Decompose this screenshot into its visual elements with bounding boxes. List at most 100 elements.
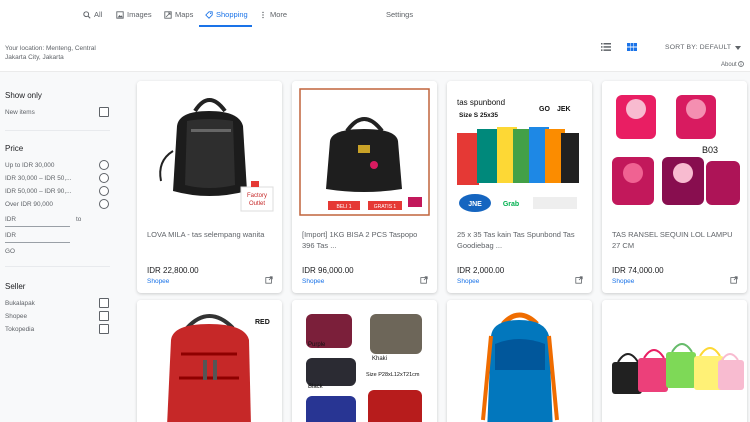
seller-checkbox[interactable] bbox=[99, 324, 109, 334]
tab-more-label: More bbox=[270, 10, 288, 19]
sort-label: SORT BY: DEFAULT bbox=[665, 44, 732, 51]
tab-more[interactable]: More bbox=[259, 10, 287, 19]
product-title[interactable]: LOVA MILA - tas selempang wanita bbox=[147, 229, 275, 240]
active-tab-indicator bbox=[199, 25, 252, 27]
info-icon bbox=[738, 61, 745, 67]
bag-size-text: Size P28xL12xT21cm bbox=[366, 372, 420, 378]
price-option-radio[interactable] bbox=[99, 173, 109, 183]
open-in-new-icon[interactable] bbox=[575, 276, 583, 284]
size-text: Size S 25x35 bbox=[459, 112, 498, 119]
product-card[interactable]: tas spunbond GO JEK Size S 25x35 JNE Gra… bbox=[447, 81, 592, 293]
tab-images-label: Images bbox=[127, 10, 152, 19]
product-image[interactable]: B03 bbox=[602, 81, 747, 221]
product-price: IDR 22,800.00 bbox=[147, 266, 199, 275]
product-card[interactable]: BELI 1 GRATIS 1 [Import] 1KG BISA 2 PCS … bbox=[292, 81, 437, 293]
price-go-button[interactable]: GO bbox=[5, 248, 15, 255]
price-option-radio[interactable] bbox=[99, 186, 109, 196]
open-in-new-icon[interactable] bbox=[730, 276, 738, 284]
location-text: Your location: Menteng, Central Jakarta … bbox=[5, 45, 96, 61]
tab-images[interactable]: Images bbox=[116, 10, 152, 19]
settings-link[interactable]: Settings bbox=[386, 10, 413, 19]
price-option: Up to IDR 30,000 bbox=[5, 162, 55, 169]
product-store[interactable]: Shopee bbox=[147, 278, 169, 285]
price-option: Over IDR 90,000 bbox=[5, 201, 53, 208]
tab-shopping-label: Shopping bbox=[216, 10, 248, 19]
buy-one-text: BELI 1 bbox=[336, 204, 351, 210]
seller-option: Shopee bbox=[5, 313, 28, 320]
red-text: RED bbox=[255, 319, 270, 326]
product-price: IDR 2,000.00 bbox=[457, 266, 505, 275]
max-price-input[interactable]: IDR bbox=[5, 232, 16, 239]
seller-checkbox[interactable] bbox=[99, 298, 109, 308]
map-icon bbox=[164, 10, 172, 19]
product-title[interactable]: 25 x 35 Tas kain Tas Spunbond Tas Goodie… bbox=[457, 229, 585, 251]
product-card[interactable]: RED bbox=[137, 300, 282, 422]
product-title[interactable]: [Import] 1KG BISA 2 PCS Taspopo 396 Tas … bbox=[302, 229, 430, 251]
product-store[interactable]: Shopee bbox=[612, 278, 634, 285]
go-text: GO bbox=[539, 106, 550, 113]
max-price-underline bbox=[5, 242, 70, 243]
open-in-new-icon[interactable] bbox=[420, 276, 428, 284]
product-price: IDR 96,000.00 bbox=[302, 266, 354, 275]
seller-option: Bukalapak bbox=[5, 300, 35, 307]
open-in-new-icon[interactable] bbox=[265, 276, 273, 284]
product-store[interactable]: Shopee bbox=[302, 278, 324, 285]
product-card[interactable]: Factory Outlet LOVA MILA - tas selempang… bbox=[137, 81, 282, 293]
about-link[interactable]: About bbox=[721, 61, 745, 68]
search-icon bbox=[83, 10, 91, 19]
more-vert-icon bbox=[262, 11, 264, 18]
product-card[interactable] bbox=[602, 300, 747, 422]
price-option: IDR 30,000 – IDR 50,... bbox=[5, 175, 72, 182]
min-price-input[interactable]: IDR bbox=[5, 216, 16, 223]
price-heading: Price bbox=[5, 144, 24, 153]
price-to-label: to bbox=[76, 216, 82, 223]
about-label: About bbox=[721, 62, 737, 68]
jne-text: JNE bbox=[468, 201, 482, 208]
filter-divider bbox=[5, 266, 110, 267]
product-image[interactable]: RED bbox=[137, 300, 282, 422]
product-image[interactable] bbox=[447, 300, 592, 422]
product-image[interactable]: Factory Outlet bbox=[137, 81, 282, 221]
khaki-text: Khaki bbox=[372, 356, 387, 362]
image-icon bbox=[116, 10, 124, 19]
product-card[interactable]: Purple Khaki Black Size P28xL12xT21cm bbox=[292, 300, 437, 422]
spunbond-text: tas spunbond bbox=[457, 98, 505, 107]
product-image[interactable] bbox=[602, 300, 747, 422]
tab-shopping[interactable]: Shopping bbox=[205, 10, 248, 19]
show-only-heading: Show only bbox=[5, 91, 42, 100]
purple-text: Purple bbox=[308, 342, 326, 348]
product-price: IDR 74,000.00 bbox=[612, 266, 664, 275]
product-image[interactable]: tas spunbond GO JEK Size S 25x35 JNE Gra… bbox=[447, 81, 592, 221]
price-option-radio[interactable] bbox=[99, 160, 109, 170]
price-option-radio[interactable] bbox=[99, 199, 109, 209]
min-price-underline bbox=[5, 226, 70, 227]
b03-text: B03 bbox=[702, 145, 718, 155]
factory-text: Factory bbox=[247, 193, 267, 199]
product-title[interactable]: TAS RANSEL SEQUIN LOL LAMPU 27 CM bbox=[612, 229, 740, 251]
seller-checkbox[interactable] bbox=[99, 311, 109, 321]
new-items-label: New items bbox=[5, 109, 35, 116]
seller-option: Tokopedia bbox=[5, 326, 35, 333]
caret-down-icon bbox=[735, 45, 742, 50]
tab-maps[interactable]: Maps bbox=[164, 10, 193, 19]
price-option: IDR 50,000 – IDR 90,... bbox=[5, 188, 72, 195]
sort-dropdown[interactable]: SORT BY: DEFAULT bbox=[665, 44, 742, 51]
top-nav: All Images Maps Shopping More Settings bbox=[0, 0, 750, 28]
tab-all-label: All bbox=[94, 10, 103, 19]
jek-text: JEK bbox=[557, 106, 571, 113]
tab-all[interactable]: All bbox=[83, 10, 102, 19]
product-image[interactable]: BELI 1 GRATIS 1 bbox=[292, 81, 437, 221]
product-store[interactable]: Shopee bbox=[457, 278, 479, 285]
product-card[interactable]: B03 TAS RANSEL SEQUIN LOL LAMPU 27 CM ID… bbox=[602, 81, 747, 293]
settings-label: Settings bbox=[386, 10, 414, 19]
filter-divider bbox=[5, 130, 110, 131]
new-items-checkbox[interactable] bbox=[99, 107, 109, 117]
black-text: Black bbox=[308, 384, 324, 390]
grid-view-icon[interactable] bbox=[627, 43, 637, 51]
product-image[interactable]: Purple Khaki Black Size P28xL12xT21cm bbox=[292, 300, 437, 422]
list-view-icon[interactable] bbox=[601, 43, 611, 51]
tag-icon bbox=[205, 10, 213, 19]
grab-text: Grab bbox=[503, 201, 519, 208]
seller-heading: Seller bbox=[5, 282, 26, 291]
product-card[interactable] bbox=[447, 300, 592, 422]
